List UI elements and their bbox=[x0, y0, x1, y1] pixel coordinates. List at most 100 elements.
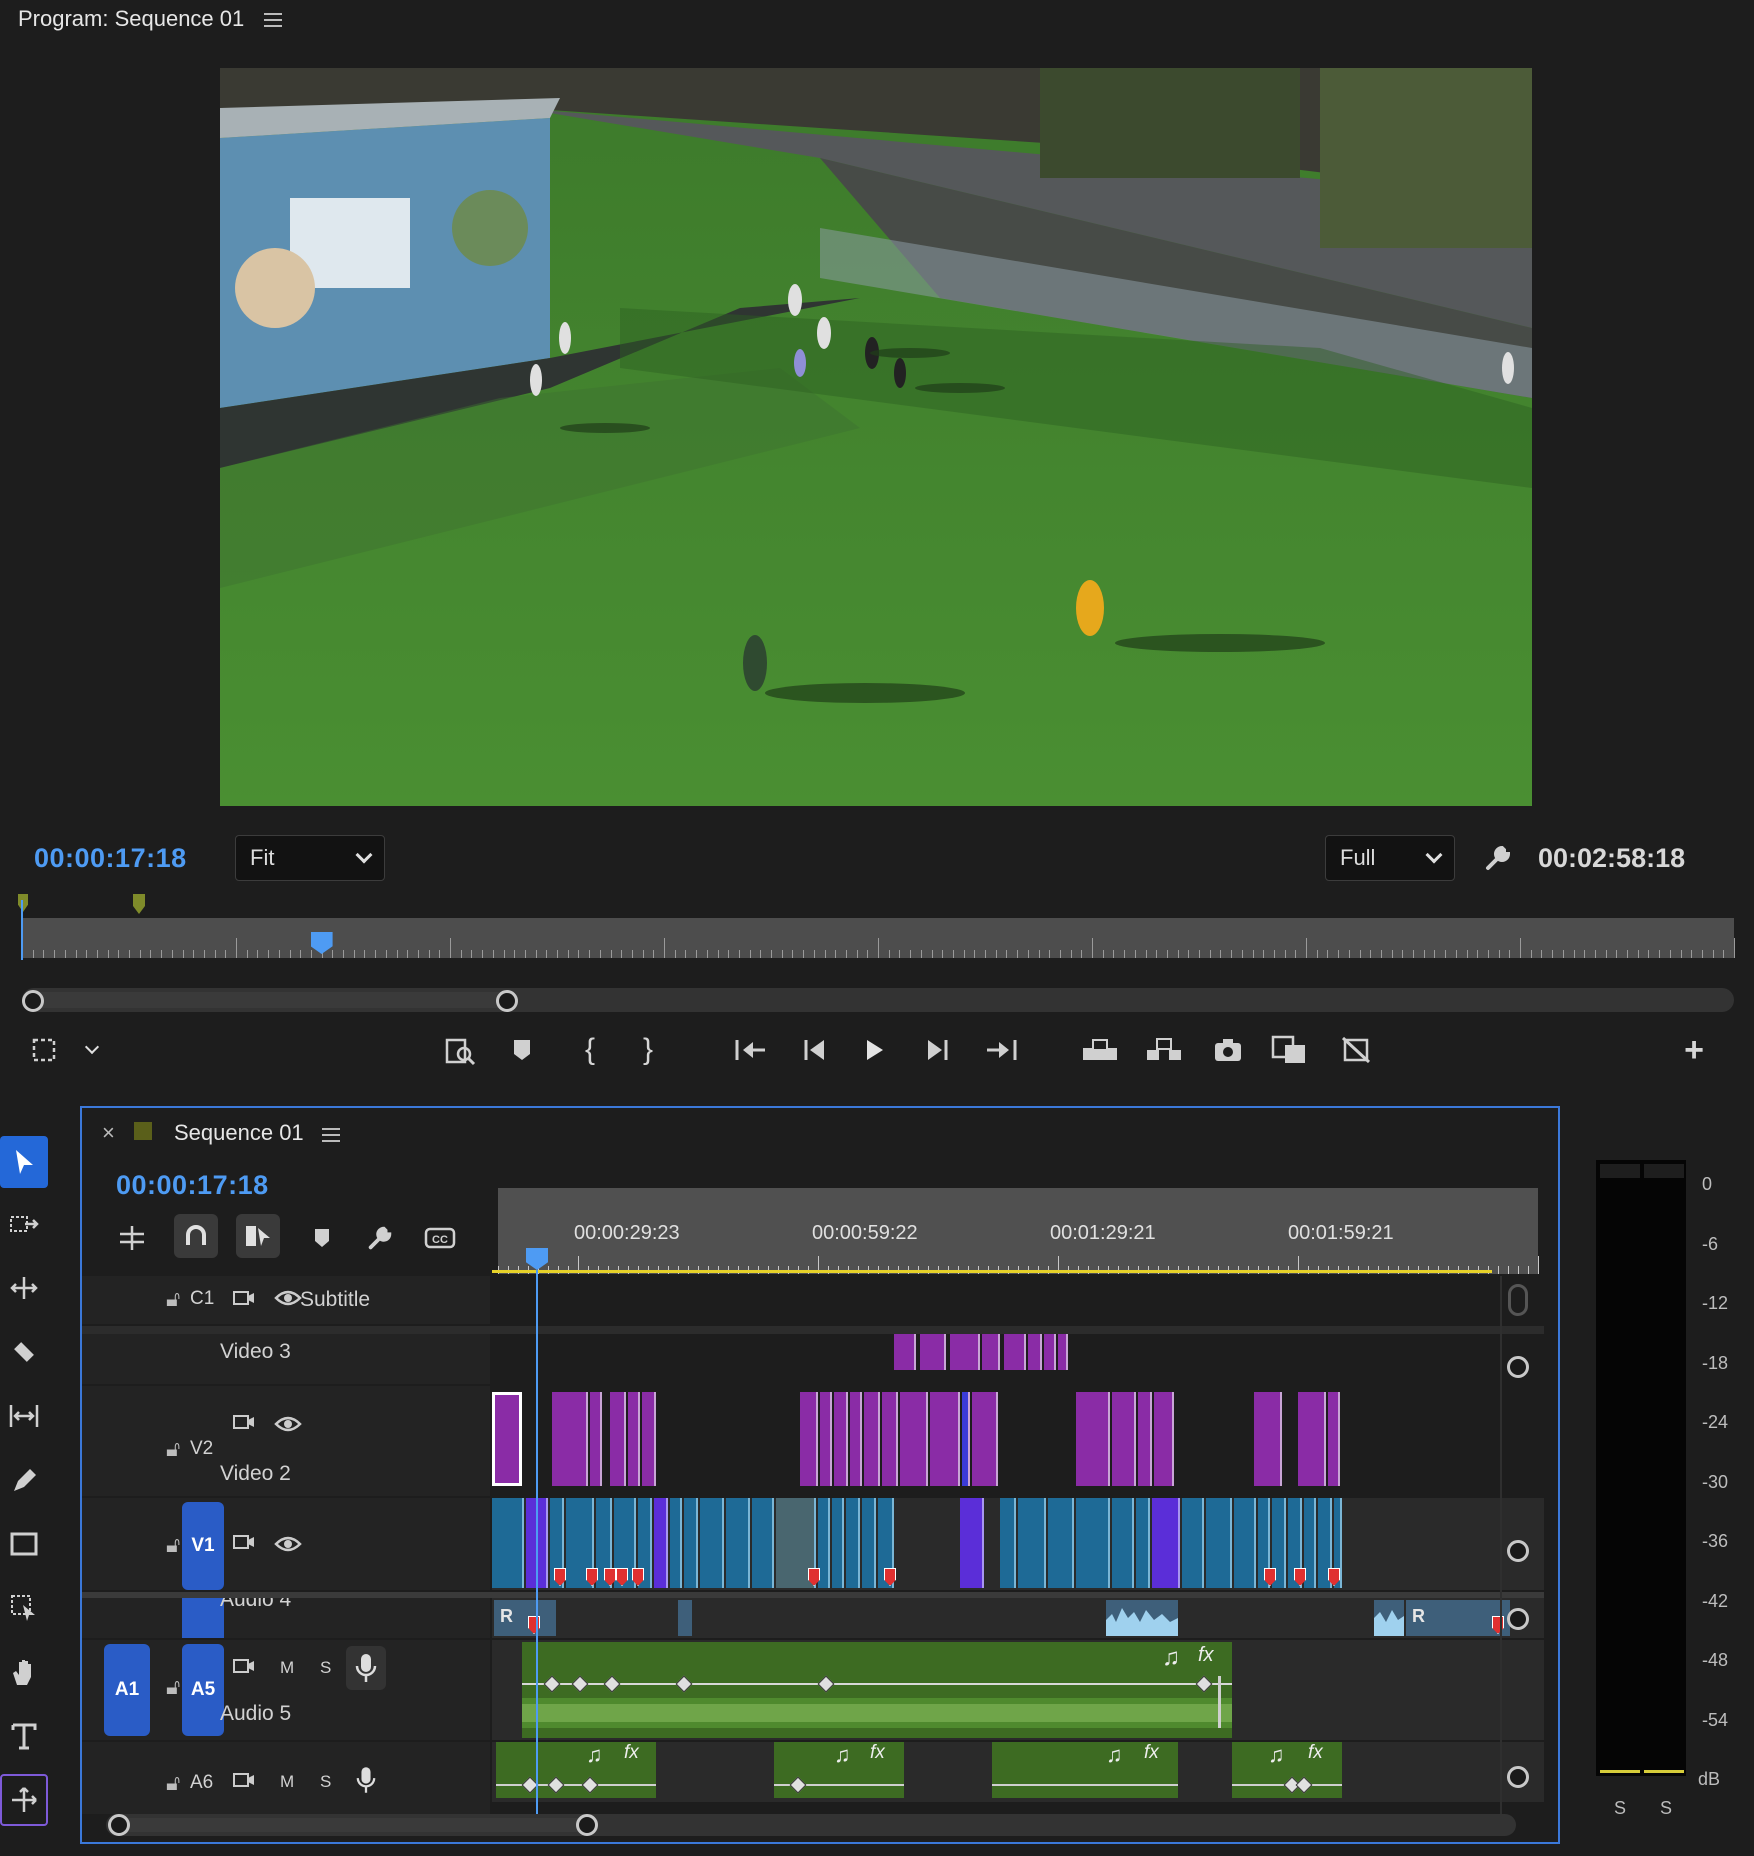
clip-marker[interactable] bbox=[1492, 1616, 1504, 1634]
clip-marker[interactable] bbox=[528, 1616, 540, 1634]
video-clip[interactable] bbox=[900, 1392, 928, 1486]
toggle-sync-lock-icon[interactable] bbox=[232, 1412, 256, 1437]
timeline-zoom-handle-left[interactable] bbox=[108, 1814, 130, 1836]
track-a4-area[interactable]: R R bbox=[492, 1598, 1544, 1638]
zoom-scrollbar-thumb[interactable] bbox=[32, 992, 509, 1008]
panel-menu-icon[interactable] bbox=[264, 13, 282, 27]
close-tab-button[interactable]: × bbox=[102, 1120, 115, 1146]
video-clip[interactable] bbox=[1004, 1334, 1026, 1370]
keyframe[interactable] bbox=[581, 1776, 599, 1794]
audio-clip[interactable]: ♫ fx bbox=[992, 1742, 1178, 1798]
pen-tool-icon[interactable] bbox=[0, 1454, 48, 1506]
track-a6-area[interactable]: ♫ fx ♫ fx ♫ fx ♫ fx bbox=[492, 1742, 1544, 1802]
mute-button[interactable]: M bbox=[280, 1658, 294, 1678]
voice-over-record-button[interactable] bbox=[346, 1646, 386, 1690]
track-target-v1[interactable]: V1 bbox=[182, 1502, 224, 1590]
selected-video-clip[interactable] bbox=[492, 1392, 522, 1486]
generative-extend-tool-icon[interactable] bbox=[0, 1774, 48, 1826]
safe-margins-icon[interactable] bbox=[22, 1028, 66, 1072]
video-clip[interactable] bbox=[920, 1334, 946, 1370]
captions-icon[interactable]: CC bbox=[418, 1216, 462, 1260]
video-clip[interactable] bbox=[1076, 1498, 1110, 1588]
lock-icon[interactable]: 🔓︎ bbox=[166, 1674, 180, 1700]
track-select-tool-icon[interactable] bbox=[0, 1198, 48, 1250]
audio-clip[interactable] bbox=[1374, 1600, 1404, 1636]
vertical-scroll-handle[interactable] bbox=[1508, 1284, 1528, 1316]
track-id[interactable]: A6 bbox=[190, 1772, 213, 1794]
timeline-zoom-handle-right[interactable] bbox=[576, 1814, 598, 1836]
video-clip[interactable] bbox=[800, 1392, 818, 1486]
video-clip[interactable] bbox=[850, 1392, 862, 1486]
video-clip[interactable] bbox=[1018, 1498, 1046, 1588]
clip-edge-handle[interactable] bbox=[1218, 1676, 1221, 1728]
track-height-handle-audio[interactable] bbox=[1507, 1608, 1529, 1630]
video-clip[interactable] bbox=[726, 1498, 750, 1588]
proxy-toggle-icon[interactable] bbox=[1334, 1028, 1378, 1072]
video-clip[interactable] bbox=[1112, 1498, 1134, 1588]
audio-clip[interactable]: R bbox=[1406, 1600, 1510, 1636]
timeline-zoom-thumb[interactable] bbox=[120, 1818, 590, 1832]
track-v3-area[interactable] bbox=[492, 1334, 1544, 1384]
toggle-sync-lock-icon[interactable] bbox=[232, 1770, 256, 1795]
lock-icon[interactable]: 🔓︎ bbox=[166, 1532, 180, 1558]
linked-selection-icon[interactable] bbox=[236, 1214, 280, 1258]
go-to-out-icon[interactable] bbox=[980, 1028, 1024, 1072]
video-clip[interactable] bbox=[610, 1392, 626, 1486]
video-clip[interactable] bbox=[820, 1392, 832, 1486]
add-marker-icon[interactable] bbox=[300, 1216, 344, 1260]
comparison-view-icon[interactable] bbox=[1268, 1028, 1312, 1072]
video-clip[interactable] bbox=[1328, 1392, 1340, 1486]
video-clip[interactable] bbox=[972, 1392, 998, 1486]
audio-clip[interactable]: ♫ fx bbox=[522, 1642, 1232, 1738]
sequence-marker[interactable] bbox=[133, 894, 145, 914]
video-clip[interactable] bbox=[1298, 1392, 1326, 1486]
video-clip[interactable] bbox=[1044, 1334, 1056, 1370]
video-clip[interactable] bbox=[1112, 1392, 1136, 1486]
source-patch-a1[interactable]: A1 bbox=[104, 1644, 150, 1736]
eye-icon[interactable] bbox=[274, 1534, 302, 1559]
fx-badge[interactable]: fx bbox=[870, 1742, 885, 1764]
lift-icon[interactable] bbox=[1078, 1028, 1122, 1072]
audio-clip[interactable]: ♫ fx bbox=[496, 1742, 656, 1798]
chevron-down-icon[interactable] bbox=[70, 1028, 114, 1072]
hand-tool-icon[interactable] bbox=[0, 1646, 48, 1698]
audio-clip[interactable]: R bbox=[494, 1600, 556, 1636]
panel-menu-icon[interactable] bbox=[322, 1128, 340, 1142]
video-clip[interactable] bbox=[1152, 1498, 1180, 1588]
track-target-a4[interactable] bbox=[182, 1598, 224, 1638]
playback-resolution-dropdown[interactable]: Full bbox=[1325, 835, 1455, 881]
video-clip[interactable] bbox=[962, 1392, 970, 1486]
video-clip[interactable] bbox=[552, 1392, 588, 1486]
track-id[interactable]: V2 bbox=[190, 1438, 213, 1460]
video-clip[interactable] bbox=[1254, 1392, 1282, 1486]
video-clip[interactable] bbox=[492, 1498, 524, 1588]
mute-button[interactable]: M bbox=[280, 1772, 294, 1792]
video-clip[interactable] bbox=[642, 1392, 656, 1486]
video-clip[interactable] bbox=[1058, 1334, 1068, 1370]
volume-rubberband[interactable] bbox=[496, 1784, 656, 1786]
track-a5-area[interactable]: ♫ fx bbox=[492, 1640, 1544, 1740]
video-clip[interactable] bbox=[1234, 1498, 1256, 1588]
keyframe[interactable] bbox=[547, 1776, 565, 1794]
audio-clip[interactable] bbox=[1106, 1600, 1178, 1636]
rectangle-tool-icon[interactable] bbox=[0, 1518, 48, 1570]
video-clip[interactable] bbox=[960, 1498, 984, 1588]
video-clip[interactable] bbox=[1138, 1392, 1152, 1486]
solo-button[interactable]: S bbox=[320, 1658, 331, 1678]
button-editor-add[interactable]: + bbox=[1672, 1028, 1716, 1072]
selection-tool-icon[interactable] bbox=[0, 1136, 48, 1188]
video-clip[interactable] bbox=[700, 1498, 724, 1588]
video-clip[interactable] bbox=[1000, 1498, 1016, 1588]
lock-icon[interactable]: 🔓︎ bbox=[166, 1286, 180, 1312]
video-clip[interactable] bbox=[832, 1498, 844, 1588]
video-clip[interactable] bbox=[590, 1392, 602, 1486]
lock-icon[interactable]: 🔓︎ bbox=[166, 1436, 180, 1462]
video-clip[interactable] bbox=[752, 1498, 774, 1588]
step-forward-icon[interactable] bbox=[916, 1028, 960, 1072]
track-height-handle-audio[interactable] bbox=[1507, 1766, 1529, 1788]
eye-icon[interactable] bbox=[274, 1288, 302, 1313]
ripple-edit-tool-icon[interactable] bbox=[0, 1262, 48, 1314]
video-clip[interactable] bbox=[834, 1392, 848, 1486]
marker-icon[interactable] bbox=[500, 1028, 544, 1072]
timeline-timecode[interactable]: 00:00:17:18 bbox=[116, 1170, 269, 1201]
